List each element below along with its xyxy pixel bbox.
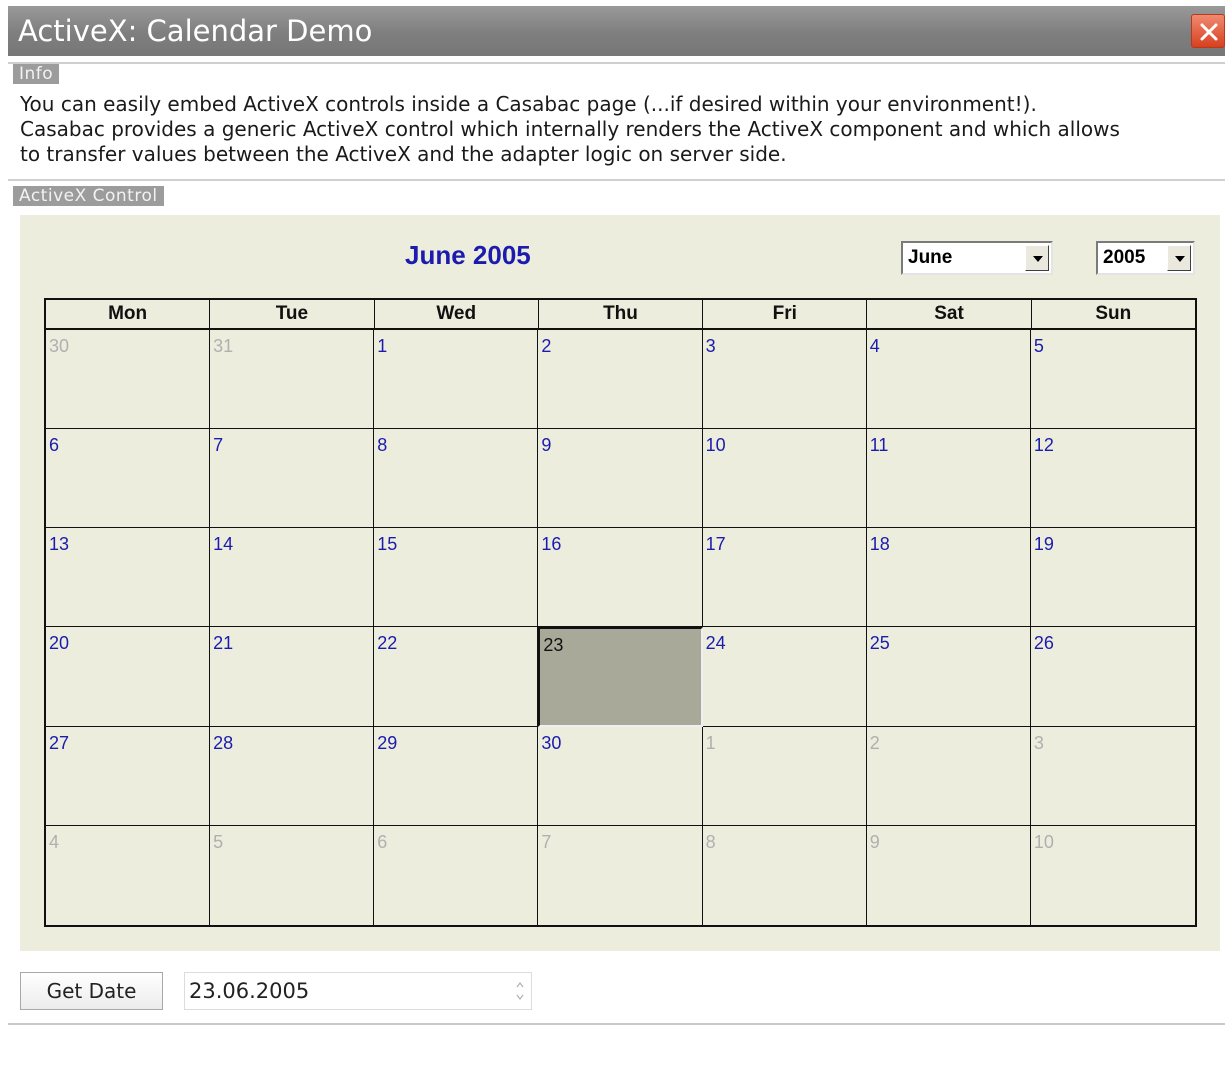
calendar-day[interactable]: 8 xyxy=(374,429,539,529)
calendar-day[interactable]: 16 xyxy=(538,528,703,628)
calendar-day[interactable]: 3 xyxy=(1030,727,1195,826)
weekday-label: Wed xyxy=(375,300,539,328)
calendar-day[interactable]: 25 xyxy=(866,627,1031,727)
weekday-label: Mon xyxy=(46,300,211,328)
calendar-day[interactable]: 15 xyxy=(374,528,539,628)
calendar-day[interactable]: 19 xyxy=(1030,528,1195,628)
date-field[interactable]: 23.06.2005 xyxy=(184,972,532,1010)
footer-divider xyxy=(8,1023,1225,1025)
calendar-day[interactable]: 1 xyxy=(702,726,867,826)
calendar-day[interactable]: 17 xyxy=(702,528,867,628)
calendar-day[interactable]: 22 xyxy=(374,627,539,727)
window-title: ActiveX: Calendar Demo xyxy=(18,14,373,48)
calendar-day[interactable]: 9 xyxy=(538,429,703,529)
chevron-down-icon xyxy=(1175,256,1185,262)
month-dropdown-button[interactable] xyxy=(1025,245,1049,271)
day-cells: 30 31 1 2 3 4 5 6 7 8 9 10 11 12 13 14 15 16 17 18 19 20 21 22 2… xyxy=(46,330,1195,925)
calendar-day[interactable]: 2 xyxy=(866,726,1031,826)
info-text: You can easily embed ActiveX controls in… xyxy=(20,92,1120,166)
info-section-divider xyxy=(8,62,1225,64)
year-select[interactable]: 2005 xyxy=(1096,241,1195,275)
calendar-day[interactable]: 4 xyxy=(46,825,211,925)
calendar-day[interactable]: 26 xyxy=(1030,627,1195,727)
calendar-day[interactable]: 14 xyxy=(210,528,375,628)
date-field-value: 23.06.2005 xyxy=(189,979,310,1003)
get-date-button[interactable]: Get Date xyxy=(20,972,163,1010)
calendar-day[interactable]: 11 xyxy=(866,429,1031,529)
weekday-label: Thu xyxy=(539,300,704,328)
calendar-day[interactable]: 2 xyxy=(538,330,703,430)
calendar-grid: Mon Tue Wed Thu Fri Sat Sun 30 31 1 2 3 4 5 6 7 8… xyxy=(44,298,1197,927)
weekday-header: Mon Tue Wed Thu Fri Sat Sun xyxy=(46,300,1195,330)
calendar-day[interactable]: 4 xyxy=(866,330,1031,430)
calendar-day[interactable]: 20 xyxy=(46,627,211,727)
calendar-day[interactable]: 30 xyxy=(538,726,703,826)
window: ActiveX: Calendar Demo Info You can easi… xyxy=(0,0,1225,1067)
calendar-day[interactable]: 13 xyxy=(46,528,211,628)
activex-section-divider xyxy=(8,179,1225,181)
close-icon xyxy=(1200,23,1218,41)
weekday-label: Sun xyxy=(1095,303,1132,324)
calendar-day[interactable]: 28 xyxy=(210,726,375,826)
calendar-title: June 2005 xyxy=(405,240,531,270)
activex-section-label: ActiveX Control xyxy=(13,186,164,206)
weekday-label: Tue xyxy=(210,300,375,328)
info-section-label: Info xyxy=(13,64,60,84)
calendar-day[interactable]: 10 xyxy=(702,429,867,529)
calendar-day[interactable]: 1 xyxy=(374,330,539,430)
calendar-day[interactable]: 27 xyxy=(46,726,211,826)
calendar-day[interactable]: 7 xyxy=(210,429,375,529)
calendar-day[interactable]: 31 xyxy=(210,330,375,430)
chevron-down-icon xyxy=(1033,256,1043,262)
calendar-day[interactable]: 5 xyxy=(1030,330,1195,430)
calendar-day[interactable]: 21 xyxy=(210,627,375,727)
close-button[interactable] xyxy=(1191,14,1225,48)
month-select-value: June xyxy=(908,247,953,268)
weekday-label: Sat xyxy=(867,300,1032,328)
weekday-label: Fri xyxy=(703,300,868,328)
calendar-day[interactable]: 18 xyxy=(866,528,1031,628)
calendar-day[interactable]: 6 xyxy=(46,429,211,529)
calendar-day[interactable]: 10 xyxy=(1031,826,1195,925)
month-select[interactable]: June xyxy=(901,241,1053,275)
calendar-day[interactable]: 8 xyxy=(703,825,867,925)
title-bar: ActiveX: Calendar Demo xyxy=(8,6,1225,56)
calendar-day[interactable]: 7 xyxy=(538,825,703,925)
spinner-icon xyxy=(516,982,524,1000)
calendar-day[interactable]: 12 xyxy=(1030,429,1195,529)
calendar-day[interactable]: 30 xyxy=(46,330,211,430)
calendar-day[interactable]: 29 xyxy=(374,726,539,826)
calendar-day[interactable]: 5 xyxy=(210,825,375,925)
calendar-day[interactable]: 9 xyxy=(867,825,1031,925)
calendar-day[interactable]: 24 xyxy=(702,627,867,727)
calendar-day[interactable]: 3 xyxy=(702,330,867,430)
calendar-day-selected[interactable]: 23 xyxy=(538,627,703,727)
year-select-value: 2005 xyxy=(1103,247,1146,268)
calendar-day[interactable]: 6 xyxy=(374,825,539,925)
year-dropdown-button[interactable] xyxy=(1167,245,1191,271)
